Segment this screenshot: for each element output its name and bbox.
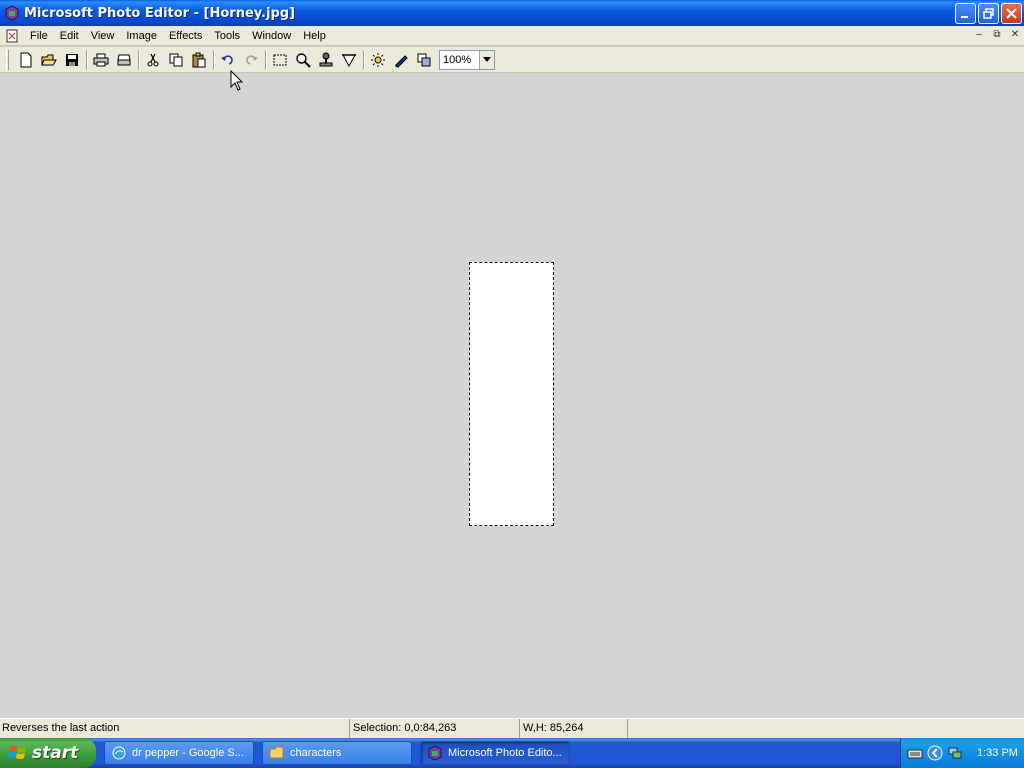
undo-button[interactable] [217, 49, 239, 71]
clock[interactable]: 1:33 PM [977, 747, 1018, 759]
scan-button[interactable] [113, 49, 135, 71]
menu-image[interactable]: Image [120, 26, 163, 46]
menu-file[interactable]: File [24, 26, 54, 46]
pencil-icon [395, 54, 408, 68]
close-icon [1006, 8, 1017, 19]
taskbar: start dr pepper - Google S... characters… [0, 738, 1024, 768]
print-button[interactable] [90, 49, 112, 71]
brightness-button[interactable] [367, 49, 389, 71]
zoom-value: 100% [443, 53, 472, 66]
undo-icon [221, 54, 233, 65]
status-selection: Selection: 0,0:84,263 [350, 719, 520, 738]
restore-button[interactable] [978, 3, 999, 24]
menu-tools[interactable]: Tools [208, 26, 246, 46]
task-photo-editor[interactable]: Microsoft Photo Edito... [420, 741, 570, 765]
crop-tool-button[interactable] [338, 49, 360, 71]
doc-close-button[interactable]: ✕ [1008, 28, 1022, 42]
new-file-icon [20, 52, 32, 67]
save-icon [66, 53, 78, 66]
save-button[interactable] [61, 49, 83, 71]
menu-help[interactable]: Help [297, 26, 332, 46]
window-title: Microsoft Photo Editor - [Horney.jpg] [24, 5, 296, 21]
scissors-icon [147, 53, 159, 66]
stamp-tool-button[interactable] [315, 49, 337, 71]
paste-button[interactable] [188, 49, 210, 71]
start-button[interactable]: start [0, 738, 96, 768]
copy-button[interactable] [165, 49, 187, 71]
copy-icon [169, 53, 183, 66]
windows-logo-icon [8, 746, 26, 759]
crop-icon [342, 53, 356, 67]
redo-button[interactable] [240, 49, 262, 71]
cut-button[interactable] [142, 49, 164, 71]
open-folder-icon [41, 54, 57, 65]
zoom-tool-button[interactable] [292, 49, 314, 71]
folder-icon [269, 746, 284, 759]
status-size: W,H: 85,264 [520, 719, 628, 738]
minimize-button[interactable] [955, 3, 976, 24]
doc-restore-button[interactable]: ⧉ [990, 28, 1004, 42]
close-button[interactable] [1001, 3, 1022, 24]
menu-bar: File Edit View Image Effects Tools Windo… [0, 26, 1024, 46]
task-google-search[interactable]: dr pepper - Google S... [104, 741, 254, 765]
status-bar: Reverses the last action Selection: 0,0:… [0, 718, 1024, 738]
mouse-cursor-icon [230, 70, 244, 91]
properties-icon [417, 53, 431, 66]
new-button[interactable] [15, 49, 37, 71]
photo-editor-icon [428, 745, 442, 761]
task-label: dr pepper - Google S... [132, 747, 244, 759]
marquee-select-icon [273, 54, 287, 65]
network-icon[interactable] [947, 745, 963, 761]
task-label: characters [290, 747, 342, 759]
paste-icon [192, 52, 206, 67]
printer-icon [93, 53, 109, 66]
chevron-down-icon[interactable] [479, 50, 494, 69]
task-label: Microsoft Photo Edito... [448, 747, 562, 759]
image-canvas[interactable] [469, 262, 554, 526]
chevron-left-icon[interactable] [927, 745, 943, 761]
start-label: start [32, 743, 79, 763]
menu-window[interactable]: Window [246, 26, 297, 46]
properties-button[interactable] [413, 49, 435, 71]
title-bar[interactable]: Microsoft Photo Editor - [Horney.jpg] [0, 0, 1024, 26]
stamp-icon [319, 52, 333, 66]
touch-up-button[interactable] [390, 49, 412, 71]
document-icon[interactable] [4, 28, 20, 44]
scanner-icon [117, 54, 131, 65]
photo-editor-icon [5, 5, 19, 21]
browser-icon [112, 746, 126, 760]
image-workspace[interactable] [0, 74, 1024, 717]
redo-icon [246, 54, 258, 65]
magnifier-icon [296, 52, 311, 68]
sun-icon [371, 52, 385, 67]
minimize-icon [961, 16, 968, 18]
menu-edit[interactable]: Edit [54, 26, 85, 46]
menu-effects[interactable]: Effects [163, 26, 208, 46]
task-characters-folder[interactable]: characters [262, 741, 412, 765]
system-tray: 1:33 PM [900, 738, 1024, 768]
doc-minimize-button[interactable]: – [972, 28, 986, 42]
menu-view[interactable]: View [85, 26, 121, 46]
zoom-select[interactable]: 100% [439, 49, 495, 70]
restore-icon [983, 8, 994, 19]
open-button[interactable] [38, 49, 60, 71]
keyboard-icon[interactable] [907, 745, 923, 761]
status-message: Reverses the last action [0, 719, 350, 738]
select-tool-button[interactable] [269, 49, 291, 71]
toolbar: 100% [0, 47, 1024, 73]
toolbar-grip[interactable] [6, 49, 9, 70]
